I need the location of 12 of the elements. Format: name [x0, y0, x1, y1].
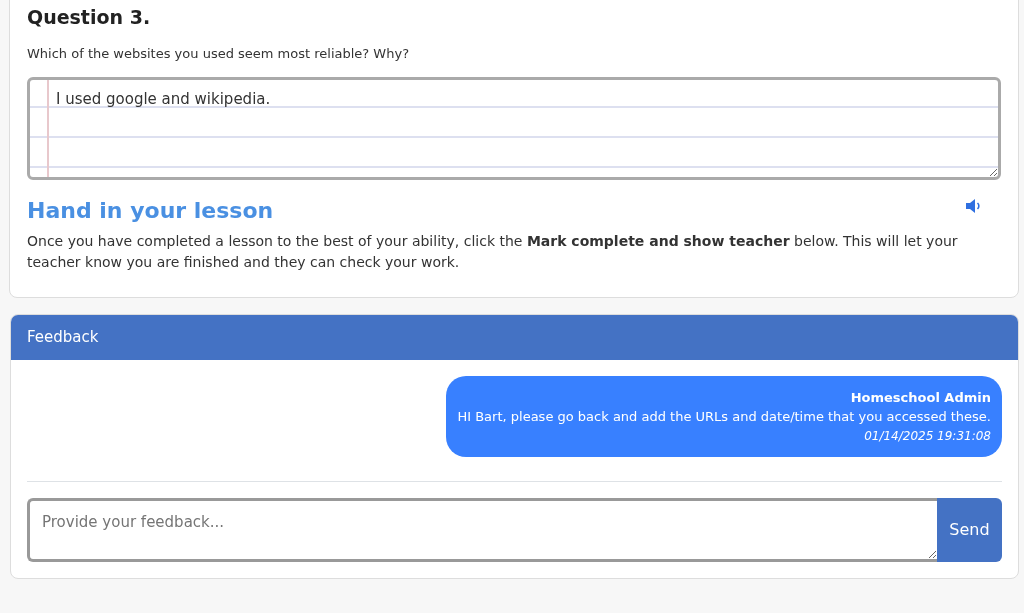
message-time: 01/14/2025 19:31:08 — [863, 427, 991, 445]
message-text: HI Bart, please go back and add the URLs and date/time that you accessed these. — [457, 408, 991, 426]
send-button[interactable]: Send — [937, 497, 1002, 562]
message-author: Homeschool Admin — [849, 388, 991, 407]
question-prompt: Which of the websites you used seem most reliable? Why? — [27, 44, 411, 63]
answer-field[interactable]: I used google and wikipedia. — [27, 77, 1001, 180]
feedback-header: Feedback — [11, 315, 1018, 360]
feedback-field[interactable]: Provide your feedback... — [27, 497, 937, 562]
section-heading: Hand in your lesson — [27, 197, 274, 225]
instructions-text: Once you have completed a lesson to the best of your ability, click the Mark complete and show teacher below. This will let your teacher know you are finished and they can check your work. — [27, 232, 959, 272]
speaker-icon[interactable] — [965, 197, 983, 214]
question-title: Question 3. — [27, 5, 152, 30]
